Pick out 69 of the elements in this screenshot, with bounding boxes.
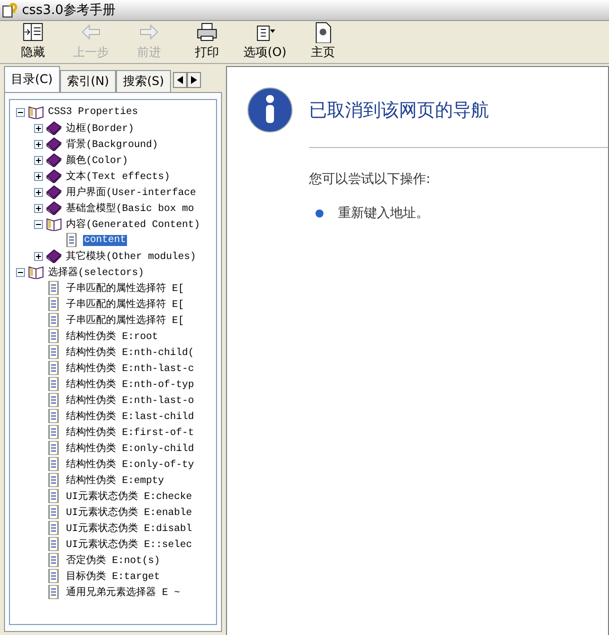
tree-item[interactable]: 结构性伪类 E:nth-last-o [65,393,196,407]
left-triangle-icon [177,76,184,84]
tree-item[interactable]: 结构性伪类 E:nth-of-typ [65,377,196,391]
tree-item[interactable]: 结构性伪类 E:nth-child( [65,345,196,359]
open-book-icon [28,265,44,279]
tree-item[interactable]: 颜色(Color) [65,153,130,167]
expand-toggle[interactable] [34,220,43,228]
book-icon [46,185,62,199]
tree-item[interactable]: 内容(Generated Content) [65,217,202,231]
suggestion-text: 您可以尝试以下操作: [309,171,432,188]
expand-toggle[interactable] [34,252,43,260]
book-icon [46,121,62,135]
tree-item[interactable]: 结构性伪类 E:root [65,329,160,343]
bullet-icon [315,208,324,218]
toolbar-button[interactable]: 选项(O) [236,21,294,63]
toolbar-button[interactable]: 主页 [294,21,352,63]
page-heading: 已取消到该网页的导航 [309,99,489,122]
right-triangle-icon [191,76,198,84]
scroll-right-button[interactable] [187,72,202,88]
expand-toggle[interactable] [34,204,43,212]
tree-item[interactable]: 背景(Background) [65,137,160,151]
book-icon [46,201,62,215]
expand-toggle[interactable] [34,124,43,132]
tree-item[interactable]: 结构性伪类 E:nth-last-c [65,361,196,375]
scroll-left-button[interactable] [173,72,188,88]
tree-item[interactable]: 结构性伪类 E:first-of-t [65,425,196,439]
book-icon [46,169,62,183]
book-icon [46,249,62,263]
tree-item[interactable]: 结构性伪类 E:last-child [65,409,196,423]
tree-item[interactable]: 子串匹配的属性选择符 E[ [65,313,186,327]
tree-item[interactable]: 其它模块(Other modules) [65,249,198,263]
tab[interactable]: 搜索(S) [116,70,172,92]
tree-item[interactable]: 目标伪类 E:target [65,569,162,583]
tree-item[interactable]: UI元素状态伪类 E::selec [65,537,194,551]
tree-item[interactable]: UI元素状态伪类 E:disabl [65,521,194,535]
tab[interactable]: 目录(C) [4,66,60,92]
tree-item[interactable]: 基础盒模型(Basic box mo [65,201,196,215]
book-icon [46,153,62,167]
expand-toggle[interactable] [34,188,43,196]
tree-item[interactable]: 用户界面(User-interface [65,185,198,199]
tree-item[interactable]: 文本(Text effects) [65,169,172,183]
tree-item[interactable]: 否定伪类 E:not(s) [65,553,162,567]
tree-item[interactable]: content [83,234,128,246]
expand-toggle[interactable] [16,268,25,276]
book-icon [46,137,62,151]
suggestion-item: 重新键入地址。 [338,205,429,222]
tree-item[interactable]: CSS3 Properties [47,106,140,118]
tree-item[interactable]: 结构性伪类 E:only-of-ty [65,457,196,471]
tree-item[interactable]: 选择器(selectors) [47,265,146,279]
open-book-icon [46,217,62,231]
tree-item[interactable]: 通用兄弟元素选择器 E ~ [65,585,182,599]
tree-item[interactable]: 边框(Border) [65,121,136,135]
tree-item[interactable]: 结构性伪类 E:empty [65,473,166,487]
expand-toggle[interactable] [34,140,43,148]
window-title: css3.0参考手册 [22,2,116,19]
expand-toggle[interactable] [16,108,25,116]
expand-toggle[interactable] [34,172,43,180]
tree-item[interactable]: 结构性伪类 E:only-child [65,441,196,455]
tree-item[interactable]: UI元素状态伪类 E:enable [65,505,194,519]
toolbar-button[interactable]: 打印 [178,21,236,63]
tree-item[interactable]: 子串匹配的属性选择符 E[ [65,281,186,295]
help-file-icon [2,2,18,18]
tab[interactable]: 索引(N) [60,70,116,92]
tree-item[interactable]: UI元素状态伪类 E:checke [65,489,194,503]
tree-item[interactable]: 子串匹配的属性选择符 E[ [65,297,186,311]
info-icon [247,87,293,133]
toolbar-button[interactable]: 隐藏 [4,21,62,63]
open-book-icon [28,105,44,119]
expand-toggle[interactable] [34,156,43,164]
